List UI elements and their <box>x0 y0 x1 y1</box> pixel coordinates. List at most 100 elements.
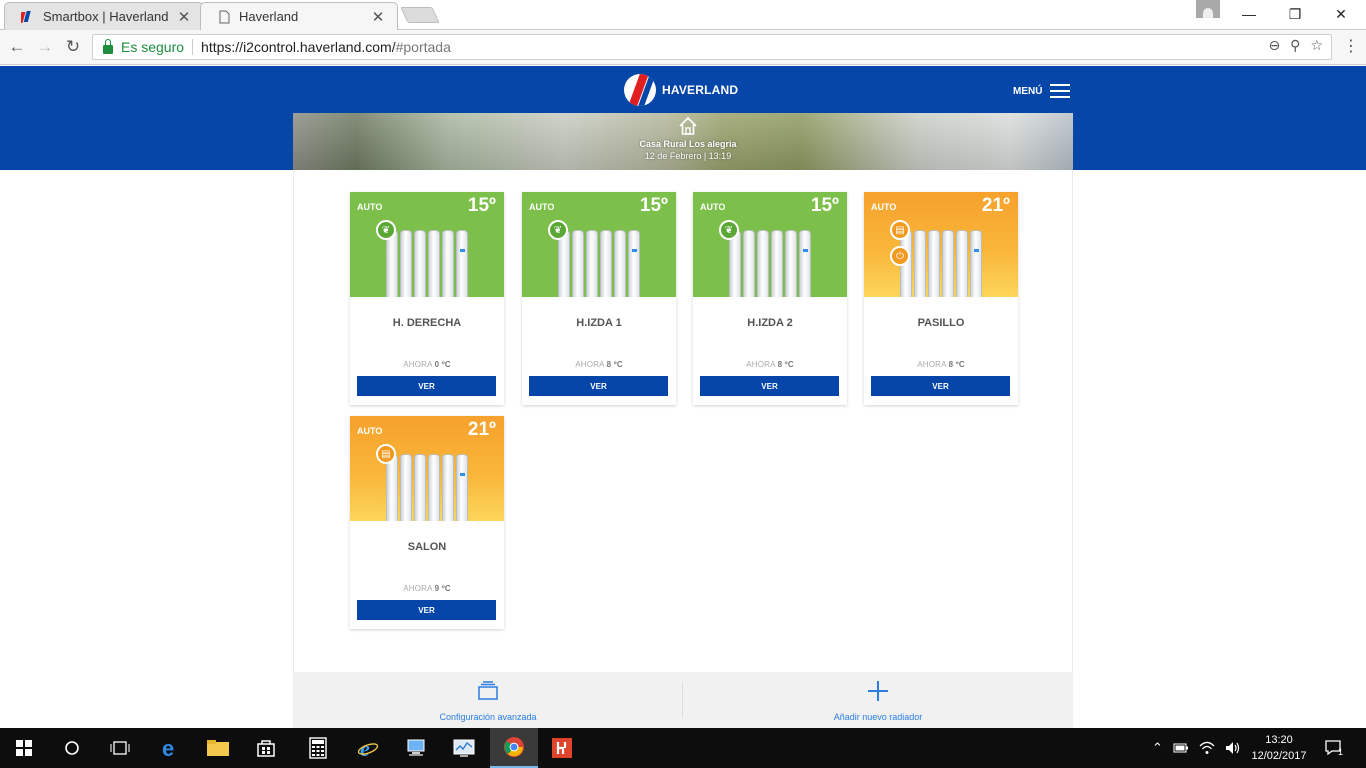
security-label: Es seguro <box>121 39 185 55</box>
forward-icon[interactable]: → <box>34 36 56 58</box>
store-icon[interactable] <box>242 728 290 768</box>
radiator-illustration <box>386 230 468 297</box>
radiator-fin <box>456 454 468 521</box>
radiator-fin <box>386 230 398 297</box>
radiator-icon: ▤ <box>890 220 910 240</box>
radiator-illustration <box>900 230 982 297</box>
app-red-icon[interactable] <box>538 728 586 768</box>
tab-haverland[interactable]: Haverland ✕ <box>200 2 398 30</box>
view-radiator-button[interactable]: VER <box>529 376 668 396</box>
radiator-fin <box>970 230 982 297</box>
led-indicator <box>460 473 465 476</box>
radiator-fin <box>558 230 570 297</box>
setpoint-temp: 21º <box>467 419 496 440</box>
chrome-menu-icon[interactable]: ⋮ <box>1343 36 1359 56</box>
haverland-favicon <box>21 10 31 23</box>
radiator-illustration <box>558 230 640 297</box>
system-tray: ⌃ <box>1152 728 1241 768</box>
performance-monitor-icon[interactable] <box>440 728 488 768</box>
url-host: https://i2control.haverland.com/ <box>201 39 396 55</box>
current-temp: AHORA 8 ºC <box>522 360 676 369</box>
menu-label: MENÚ <box>1013 85 1043 97</box>
mode-label: AUTO <box>357 202 383 212</box>
new-tab-button[interactable] <box>400 7 440 23</box>
stack-icon <box>478 681 498 700</box>
radiator-fin <box>400 454 412 521</box>
radiator-fin <box>729 230 741 297</box>
clock-time: 13:20 <box>1265 734 1293 746</box>
task-view-icon[interactable] <box>96 728 144 768</box>
plus-icon <box>868 681 888 701</box>
restore-icon[interactable]: ❐ <box>1272 0 1318 28</box>
current-temp-label: AHORA <box>746 360 778 369</box>
current-temp-label: AHORA <box>403 360 435 369</box>
lock-icon <box>103 38 113 54</box>
search-icon[interactable] <box>48 728 96 768</box>
volume-icon[interactable] <box>1225 741 1241 755</box>
wifi-icon[interactable] <box>1199 741 1215 755</box>
radiator-icon: ▤ <box>376 444 396 464</box>
internet-explorer-icon[interactable]: e <box>344 728 392 768</box>
current-temp-value: 0 ºC <box>434 360 451 369</box>
menu-button[interactable]: MENÚ <box>1013 84 1071 98</box>
windows-start-icon[interactable] <box>0 728 48 768</box>
radiator-fin <box>743 230 755 297</box>
current-temp: AHORA 8 ºC <box>864 360 1018 369</box>
current-temp-label: AHORA <box>575 360 607 369</box>
action-center-icon[interactable]: 1 <box>1324 728 1349 768</box>
address-bar[interactable]: Es seguro https://i2control.haverland.co… <box>92 34 1332 60</box>
home-date: 12 de Febrero | 13:19 <box>644 151 732 161</box>
zoom-icon[interactable]: ⊖ <box>1268 37 1280 54</box>
setpoint-temp: 15º <box>467 195 496 216</box>
edge-icon[interactable]: e <box>146 728 194 768</box>
tab-title: Smartbox | Haverland <box>43 9 169 24</box>
view-radiator-button[interactable]: VER <box>871 376 1010 396</box>
reload-icon[interactable]: ↻ <box>62 36 84 58</box>
radiator-name: H.IZDA 2 <box>747 317 793 329</box>
add-radiator-button[interactable]: Añadir nuevo radiador <box>683 678 1073 722</box>
haverland-logo[interactable]: HAVERLAND <box>624 74 738 106</box>
led-indicator <box>632 249 637 252</box>
view-radiator-button[interactable]: VER <box>357 600 496 620</box>
radiator-fin <box>771 230 783 297</box>
view-radiator-button[interactable]: VER <box>357 376 496 396</box>
advanced-config-button[interactable]: Configuración avanzada <box>293 678 683 722</box>
taskbar-clock[interactable]: 13:20 12/02/2017 <box>1244 732 1314 764</box>
radiator-card[interactable]: AUTO 15º ❦ H. DERECHA AHORA 0 ºC VER <box>350 192 504 405</box>
current-temp-label: AHORA <box>917 360 949 369</box>
pin-icon[interactable]: ⚲ <box>1290 37 1300 54</box>
battery-icon[interactable] <box>1173 743 1189 753</box>
radiator-fin <box>442 230 454 297</box>
window-close-icon[interactable]: ✕ <box>1318 0 1364 28</box>
minimize-icon[interactable]: — <box>1226 0 1272 28</box>
star-icon[interactable]: ☆ <box>1310 37 1323 54</box>
radiator-fin <box>428 230 440 297</box>
current-temp-value: 8 ºC <box>777 360 794 369</box>
led-indicator <box>974 249 979 252</box>
chrome-taskbar-icon[interactable] <box>490 728 538 768</box>
setpoint-temp: 15º <box>810 195 839 216</box>
home-icon[interactable] <box>677 115 699 137</box>
mode-label: AUTO <box>357 426 383 436</box>
back-icon[interactable]: ← <box>6 36 28 58</box>
file-explorer-icon[interactable] <box>194 728 242 768</box>
tab-smartbox[interactable]: Smartbox | Haverland ✕ <box>4 2 204 30</box>
calculator-icon[interactable] <box>294 728 342 768</box>
divider <box>192 39 194 55</box>
profile-icon[interactable] <box>1196 0 1220 18</box>
radiator-card[interactable]: AUTO 15º ❦ H.IZDA 2 AHORA 8 ºC VER <box>693 192 847 405</box>
radiator-name: H. DERECHA <box>392 317 462 329</box>
tab-close-icon[interactable]: ✕ <box>177 8 191 26</box>
remote-desktop-icon[interactable] <box>392 728 440 768</box>
radiator-card[interactable]: AUTO 15º ❦ H.IZDA 1 AHORA 8 ºC VER <box>522 192 676 405</box>
radiator-card[interactable]: AUTO 21º ▤ ⏻ PASILLO AHORA 8 ºC VER <box>864 192 1018 405</box>
mode-label: AUTO <box>529 202 555 212</box>
url-path: #portada <box>395 39 451 55</box>
tab-close-icon[interactable]: ✕ <box>371 8 385 26</box>
view-radiator-button[interactable]: VER <box>700 376 839 396</box>
radiator-fin <box>414 454 426 521</box>
radiator-card[interactable]: AUTO 21º ▤ SALON AHORA 9 ºC VER <box>350 416 504 629</box>
radiator-fin <box>799 230 811 297</box>
show-hidden-icons-icon[interactable]: ⌃ <box>1152 740 1163 756</box>
power-icon: ⏻ <box>890 246 910 266</box>
